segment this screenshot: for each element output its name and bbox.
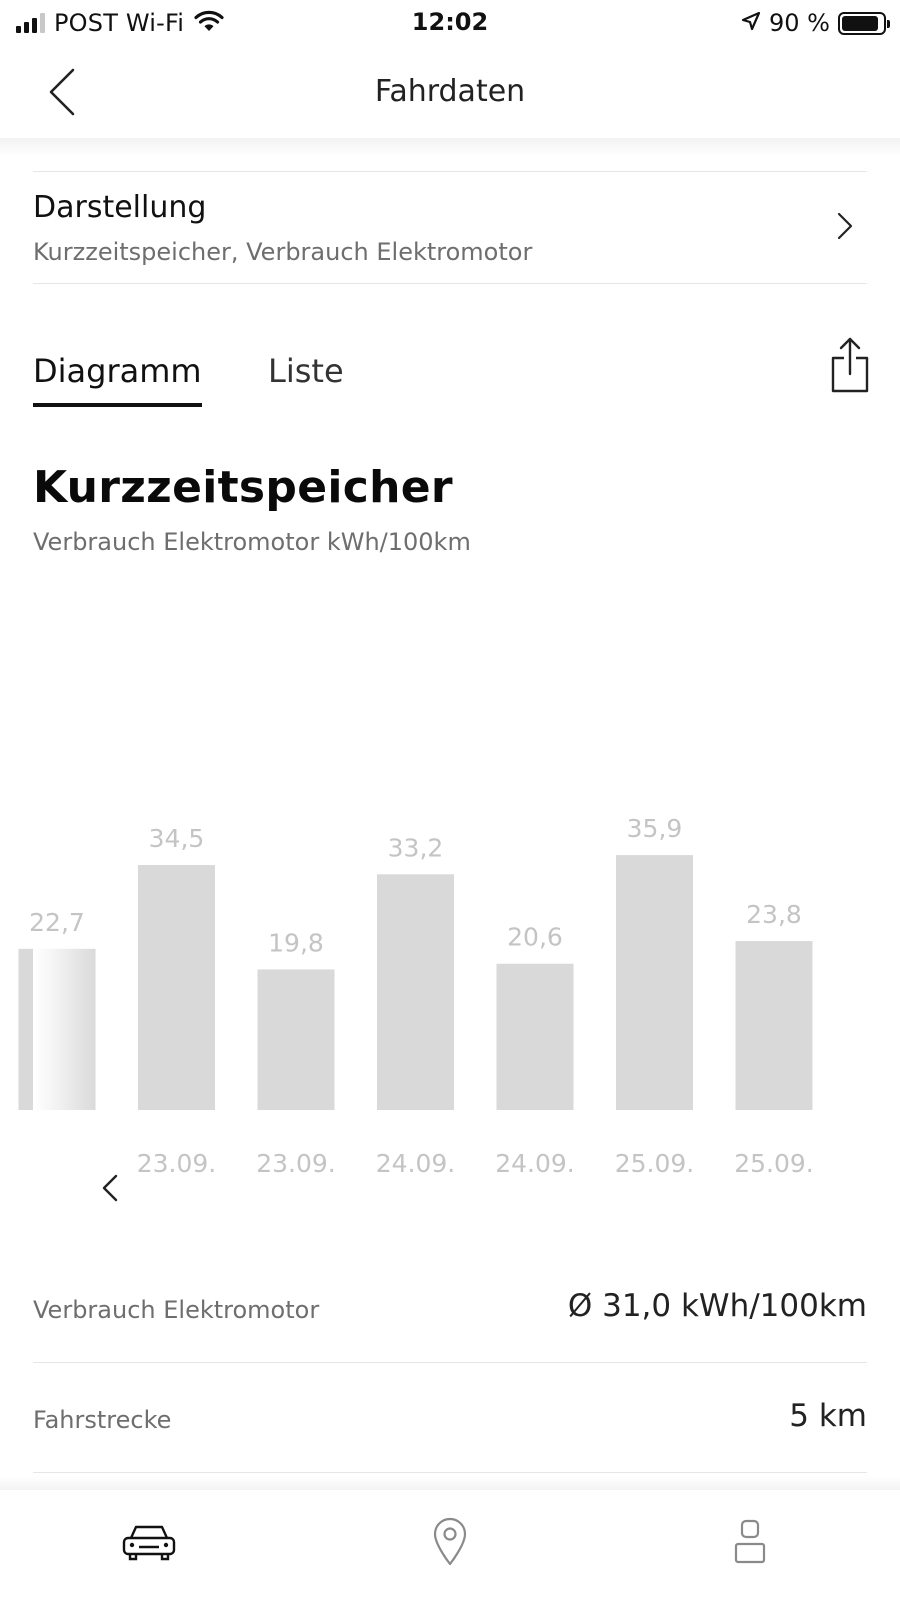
chart-bar[interactable] — [616, 855, 693, 1110]
chevron-left-icon — [102, 1174, 118, 1202]
profile-icon — [734, 1519, 766, 1564]
divider — [33, 1472, 867, 1473]
bar-value-label: 20,6 — [507, 923, 563, 952]
car-icon — [122, 1525, 176, 1561]
stat-distance-label: Fahrstrecke — [33, 1406, 172, 1434]
tabbar-item-profile[interactable] — [715, 1512, 785, 1572]
chart-bar[interactable] — [138, 865, 215, 1110]
display-setting-row[interactable]: Darstellung Kurzzeitspeicher, Verbrauch … — [33, 172, 867, 282]
page-title: Fahrdaten — [374, 74, 526, 109]
status-bar: POST Wi-Fi 12:02 90 % — [0, 0, 900, 46]
tabbar-item-car[interactable] — [114, 1512, 184, 1572]
battery-icon — [838, 11, 890, 35]
navigation-bar: Fahrdaten — [0, 46, 900, 138]
tab-bar-shadow — [0, 1476, 900, 1490]
share-button[interactable] — [829, 336, 871, 394]
x-axis-tick-label: 23.09. — [137, 1149, 217, 1178]
bar-value-label: 35,9 — [627, 814, 683, 843]
display-setting-title: Darstellung — [33, 190, 207, 225]
share-icon — [831, 337, 869, 393]
chart-subtitle: Verbrauch Elektromotor kWh/100km — [33, 528, 471, 556]
x-axis-tick-label: 24.09. — [495, 1149, 575, 1178]
battery-fill — [842, 15, 878, 31]
x-axis-tick-label: 24.09. — [376, 1149, 456, 1178]
status-right: 90 % — [741, 8, 890, 38]
map-pin-icon — [433, 1517, 467, 1566]
chart-bar[interactable] — [735, 941, 813, 1110]
stat-distance-value: 5 km — [789, 1398, 867, 1434]
bar-value-label: 22,7 — [29, 908, 85, 937]
battery-percentage: 90 % — [769, 9, 830, 37]
bar-value-label: 33,2 — [388, 833, 444, 862]
chart-bar[interactable] — [257, 969, 335, 1110]
divider — [33, 1362, 867, 1363]
x-axis-tick-label: 25.09. — [615, 1149, 695, 1178]
active-tab-indicator — [33, 403, 202, 407]
chart-bar[interactable] — [377, 874, 454, 1110]
stat-consumption-label: Verbrauch Elektromotor — [33, 1296, 320, 1324]
display-setting-value: Kurzzeitspeicher, Verbrauch Elektromotor — [33, 238, 533, 266]
bar-value-label: 23,8 — [746, 900, 802, 929]
chart-bar[interactable] — [496, 963, 574, 1110]
location-arrow-icon — [741, 11, 761, 35]
tab-diagramm[interactable]: Diagramm — [33, 352, 202, 390]
nav-shadow — [0, 138, 900, 156]
bar-value-label: 19,8 — [268, 928, 324, 957]
bar-value-label: 34,5 — [149, 824, 205, 853]
chart-previous-button[interactable] — [92, 1168, 128, 1208]
divider — [33, 283, 867, 284]
bottom-tab-bar — [0, 1490, 900, 1600]
app-screen: POST Wi-Fi 12:02 90 % Fahrdaten Darstell… — [0, 0, 900, 1600]
tabbar-item-map[interactable] — [415, 1512, 485, 1572]
chevron-right-icon — [837, 212, 853, 240]
chart-bar[interactable] — [18, 948, 96, 1110]
stat-consumption-value: Ø 31,0 kWh/100km — [567, 1288, 867, 1324]
tab-liste[interactable]: Liste — [268, 352, 344, 390]
chart-title: Kurzzeitspeicher — [33, 462, 453, 513]
consumption-bar-chart: 22,7 34,5 23.09. 19,8 23.09. 33,2 24.09. 20,6 24… — [18, 814, 814, 1178]
x-axis-tick-label: 23.09. — [256, 1149, 336, 1178]
x-axis-tick-label: 25.09. — [734, 1149, 814, 1178]
